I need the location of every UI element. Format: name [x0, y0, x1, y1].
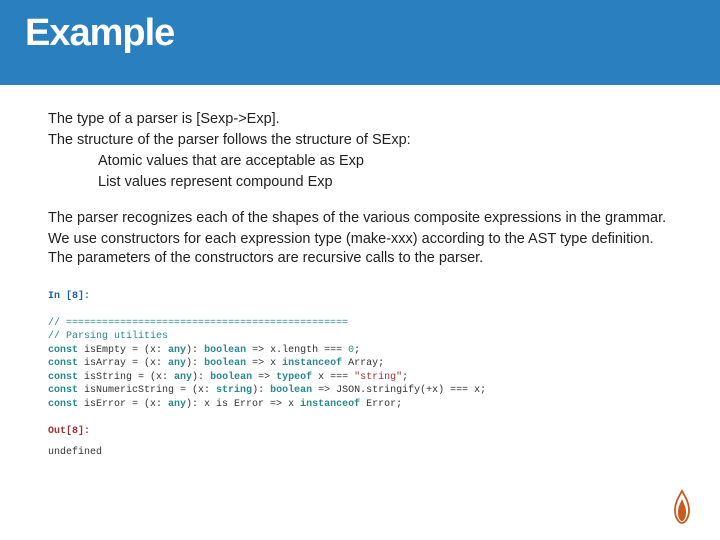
code-comment-1: // =====================================…	[48, 318, 348, 329]
code-line-4: const isNumericString = (x: string): boo…	[48, 384, 680, 398]
code-line-5: const isError = (x: any): x is Error => …	[48, 398, 680, 412]
code-comment-2: // Parsing utilities	[48, 331, 168, 342]
code-block: In [8]: // =============================…	[48, 290, 680, 439]
flame-icon	[669, 489, 695, 525]
out-label: Out[8]:	[48, 426, 90, 437]
body-line-1: The type of a parser is [Sexp->Exp].	[48, 110, 680, 129]
flame-logo	[669, 489, 695, 525]
body-line-4: List values represent compound Exp	[48, 173, 680, 192]
body-line-3: Atomic values that are acceptable as Exp	[48, 152, 680, 171]
title-bar: Example	[0, 0, 720, 85]
slide-body: The type of a parser is [Sexp->Exp]. The…	[0, 85, 720, 459]
body-line-6: We use constructors for each expression …	[48, 230, 680, 268]
slide: Example The type of a parser is [Sexp->E…	[0, 0, 720, 540]
body-line-2: The structure of the parser follows the …	[48, 131, 680, 150]
out-value: undefined	[48, 446, 680, 459]
code-line-1: const isEmpty = (x: any): boolean => x.l…	[48, 344, 680, 358]
code-line-3: const isString = (x: any): boolean => ty…	[48, 371, 680, 385]
code-line-2: const isArray = (x: any): boolean => x i…	[48, 357, 680, 371]
slide-title: Example	[25, 12, 174, 55]
in-label: In [8]:	[48, 291, 90, 302]
body-line-5: The parser recognizes each of the shapes…	[48, 209, 680, 228]
